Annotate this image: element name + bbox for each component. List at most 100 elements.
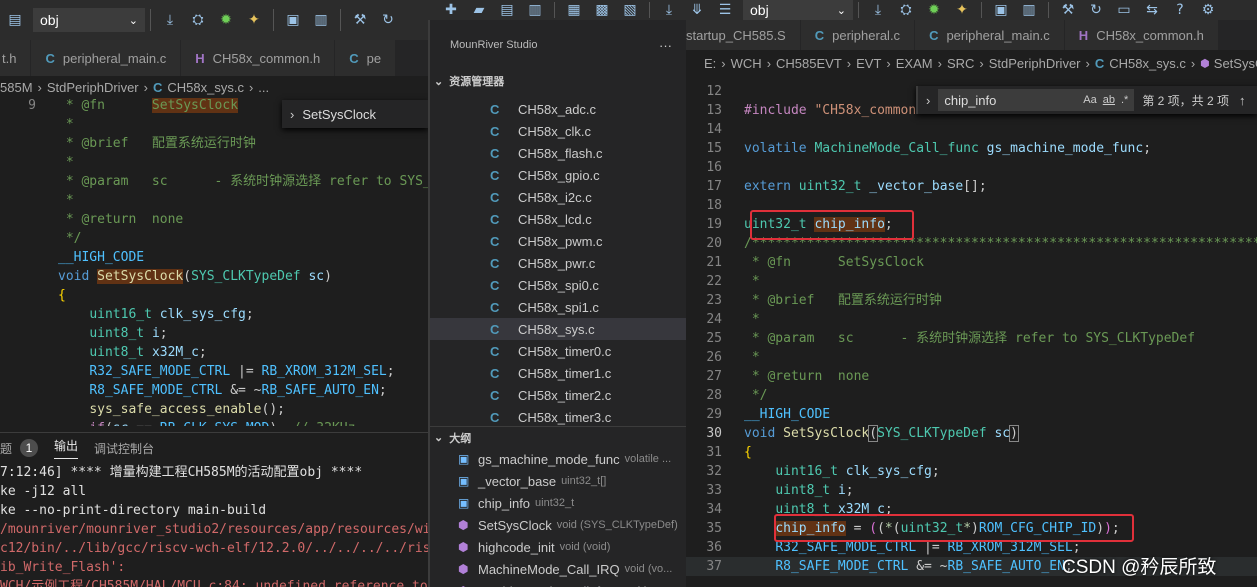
- help-icon[interactable]: ?: [1169, 1, 1191, 19]
- bug-icon[interactable]: ✦: [951, 1, 973, 19]
- match-word-toggle[interactable]: ab: [1103, 94, 1115, 106]
- breadcrumb-item[interactable]: CH58x_sys.c: [167, 80, 244, 95]
- tools-icon[interactable]: ⚒: [349, 9, 371, 31]
- refresh-icon[interactable]: ↻: [377, 9, 399, 31]
- file-tree-item[interactable]: C CH58x_spi1.c: [430, 296, 686, 318]
- tab-problems[interactable]: 题: [0, 440, 12, 457]
- breadcrumb-item[interactable]: SRC: [947, 56, 974, 71]
- chevron-right-icon[interactable]: ›: [926, 93, 930, 108]
- file-tree-item[interactable]: C CH58x_spi0.c: [430, 274, 686, 296]
- file-tree-item[interactable]: C CH58x_pwm.c: [430, 230, 686, 252]
- outline-item[interactable]: ⬢ MachineMode_Call_IRQ void (vo...: [430, 558, 686, 580]
- toolbar-separator: [981, 2, 982, 18]
- outline-item[interactable]: ▣ gs_machine_mode_func volatile ...: [430, 448, 686, 470]
- match-case-toggle[interactable]: Aa: [1083, 94, 1096, 106]
- layers-icon[interactable]: ☰: [714, 1, 736, 19]
- left-code-area[interactable]: 9 * @fn SetSysClock * * @brief 配置系统运行时钟 …: [0, 96, 428, 426]
- tab-right-3[interactable]: H CH58x_common.h: [1064, 20, 1219, 50]
- build-config-select[interactable]: obj ⌄: [743, 0, 853, 20]
- file-tree-item[interactable]: C CH58x_sys.c: [430, 318, 686, 340]
- outline-detail: void (vo...: [624, 563, 673, 575]
- debug-icon[interactable]: ✹: [923, 1, 945, 19]
- file-tree-item[interactable]: C CH58x_timer0.c: [430, 340, 686, 362]
- download-all-icon[interactable]: ⤋: [686, 1, 708, 19]
- build-icon[interactable]: ▥: [310, 9, 332, 31]
- breadcrumb-item[interactable]: E:: [704, 56, 716, 71]
- layout-icon[interactable]: ▣: [282, 9, 304, 31]
- outline-section-header[interactable]: ⌄ 大纲: [430, 426, 686, 448]
- breadcrumb-item[interactable]: CH585EVT: [776, 56, 842, 71]
- outline-name: highcode_init: [478, 539, 555, 555]
- file-tree-item[interactable]: C CH58x_gpio.c: [430, 164, 686, 186]
- outline-item[interactable]: ⬢ SetSysClock void (SYS_CLKTypeDef): [430, 514, 686, 536]
- breadcrumb-item[interactable]: StdPeriphDriver: [989, 56, 1081, 71]
- explorer-section-header[interactable]: ⌄ 资源管理器: [430, 70, 686, 92]
- chevron-down-icon: ⌄: [128, 14, 138, 27]
- arrow-up-icon[interactable]: ↑: [1239, 93, 1246, 108]
- refresh-icon[interactable]: ↻: [1085, 1, 1107, 19]
- right-code-area[interactable]: 12 13 #include "CH58x_common.h" 14 15 volatil…: [686, 82, 1257, 587]
- debug-download-icon[interactable]: ⛭: [187, 9, 209, 31]
- breadcrumb-item[interactable]: ...: [258, 80, 269, 95]
- tab-right-1[interactable]: Cperipheral.c: [800, 20, 916, 50]
- code-line: */: [58, 231, 82, 246]
- file-tree-item[interactable]: C CH58x_timer2.c: [430, 384, 686, 406]
- breadcrumb-item[interactable]: 585M: [0, 80, 33, 95]
- breadcrumb-item[interactable]: SetSysCl: [1214, 56, 1257, 71]
- find-input[interactable]: chip_info Aa ab .*: [938, 89, 1135, 111]
- breadcrumb-item[interactable]: EVT: [856, 56, 881, 71]
- download-icon[interactable]: ⤓: [658, 1, 680, 19]
- file-tree-item[interactable]: C CH58x_flash.c: [430, 142, 686, 164]
- file-tree-item[interactable]: C CH58x_clk.c: [430, 120, 686, 142]
- tab-left-1[interactable]: Cperipheral_main.c: [31, 40, 182, 76]
- breadcrumb-item[interactable]: EXAM: [896, 56, 933, 71]
- tools-icon[interactable]: ⚒: [1057, 1, 1079, 19]
- new-file-icon[interactable]: ✚: [440, 1, 462, 19]
- tab-debug-console[interactable]: 调试控制台: [94, 440, 154, 457]
- tab-output[interactable]: 输出: [54, 437, 79, 459]
- build-all-icon[interactable]: ▩: [591, 1, 613, 19]
- save-icon[interactable]: ▤: [496, 1, 518, 19]
- breadcrumb-item[interactable]: CH58x_sys.c: [1109, 56, 1186, 71]
- tab-left-0[interactable]: t.h: [0, 40, 32, 76]
- c-file-icon: C: [490, 365, 500, 381]
- file-icon[interactable]: ▤: [4, 9, 26, 31]
- file-tree-item[interactable]: C CH58x_pwr.c: [430, 252, 686, 274]
- breadcrumb-item[interactable]: StdPeriphDriver: [47, 80, 139, 95]
- file-tree-item[interactable]: C CH58x_adc.c: [430, 98, 686, 120]
- clean-icon[interactable]: ▧: [619, 1, 641, 19]
- outline-item[interactable]: ⬢ highcode_init void (void): [430, 536, 686, 558]
- tab-left-3[interactable]: Cpe: [335, 40, 397, 76]
- outline-item[interactable]: ⬢MachineMode_Call_funcvoid: [430, 580, 686, 587]
- tab-left-2[interactable]: H CH58x_common.h: [181, 40, 336, 76]
- debug-icon[interactable]: ✹: [215, 9, 237, 31]
- build-icon[interactable]: ▥: [1018, 1, 1040, 19]
- more-icon[interactable]: ···: [659, 38, 672, 53]
- build-target-icon[interactable]: ▦: [563, 1, 585, 19]
- download-icon[interactable]: ⤓: [159, 9, 181, 31]
- open-folder-icon[interactable]: ▰: [468, 1, 490, 19]
- chevron-right-icon[interactable]: ›: [290, 107, 294, 122]
- file-tree-item[interactable]: C CH58x_i2c.c: [430, 186, 686, 208]
- outline-title: 大纲: [449, 432, 472, 445]
- file-tree-item[interactable]: C CH58x_lcd.c: [430, 208, 686, 230]
- outline-item[interactable]: ▣ chip_info uint32_t: [430, 492, 686, 514]
- tab-right-2[interactable]: Cperipheral_main.c: [915, 20, 1065, 50]
- breadcrumb-item[interactable]: WCH: [731, 56, 762, 71]
- layout-icon[interactable]: ▣: [990, 1, 1012, 19]
- save-all-icon[interactable]: ▥: [524, 1, 546, 19]
- build-config-select[interactable]: obj ⌄: [33, 8, 145, 32]
- bug-icon[interactable]: ✦: [243, 9, 265, 31]
- tab-right-0[interactable]: startup_CH585.S: [686, 20, 801, 50]
- outline-item[interactable]: ▣ _vector_base uint32_t[]: [430, 470, 686, 492]
- regex-toggle[interactable]: .*: [1121, 94, 1128, 106]
- file-tree-item[interactable]: C CH58x_timer1.c: [430, 362, 686, 384]
- settings-icon[interactable]: ⚙: [1197, 1, 1219, 19]
- file-tree-item[interactable]: C CH58x_timer3.c: [430, 406, 686, 428]
- find-widget[interactable]: › SetSysClock: [282, 100, 428, 128]
- debug-download-icon[interactable]: ⛭: [895, 1, 917, 19]
- compare-icon[interactable]: ⇆: [1141, 1, 1163, 19]
- terminal-icon[interactable]: ▭: [1113, 1, 1135, 19]
- download-icon[interactable]: ⤓: [867, 1, 889, 19]
- find-widget[interactable]: › chip_info Aa ab .* 第 2 项，共 2 项 ↑: [916, 86, 1257, 114]
